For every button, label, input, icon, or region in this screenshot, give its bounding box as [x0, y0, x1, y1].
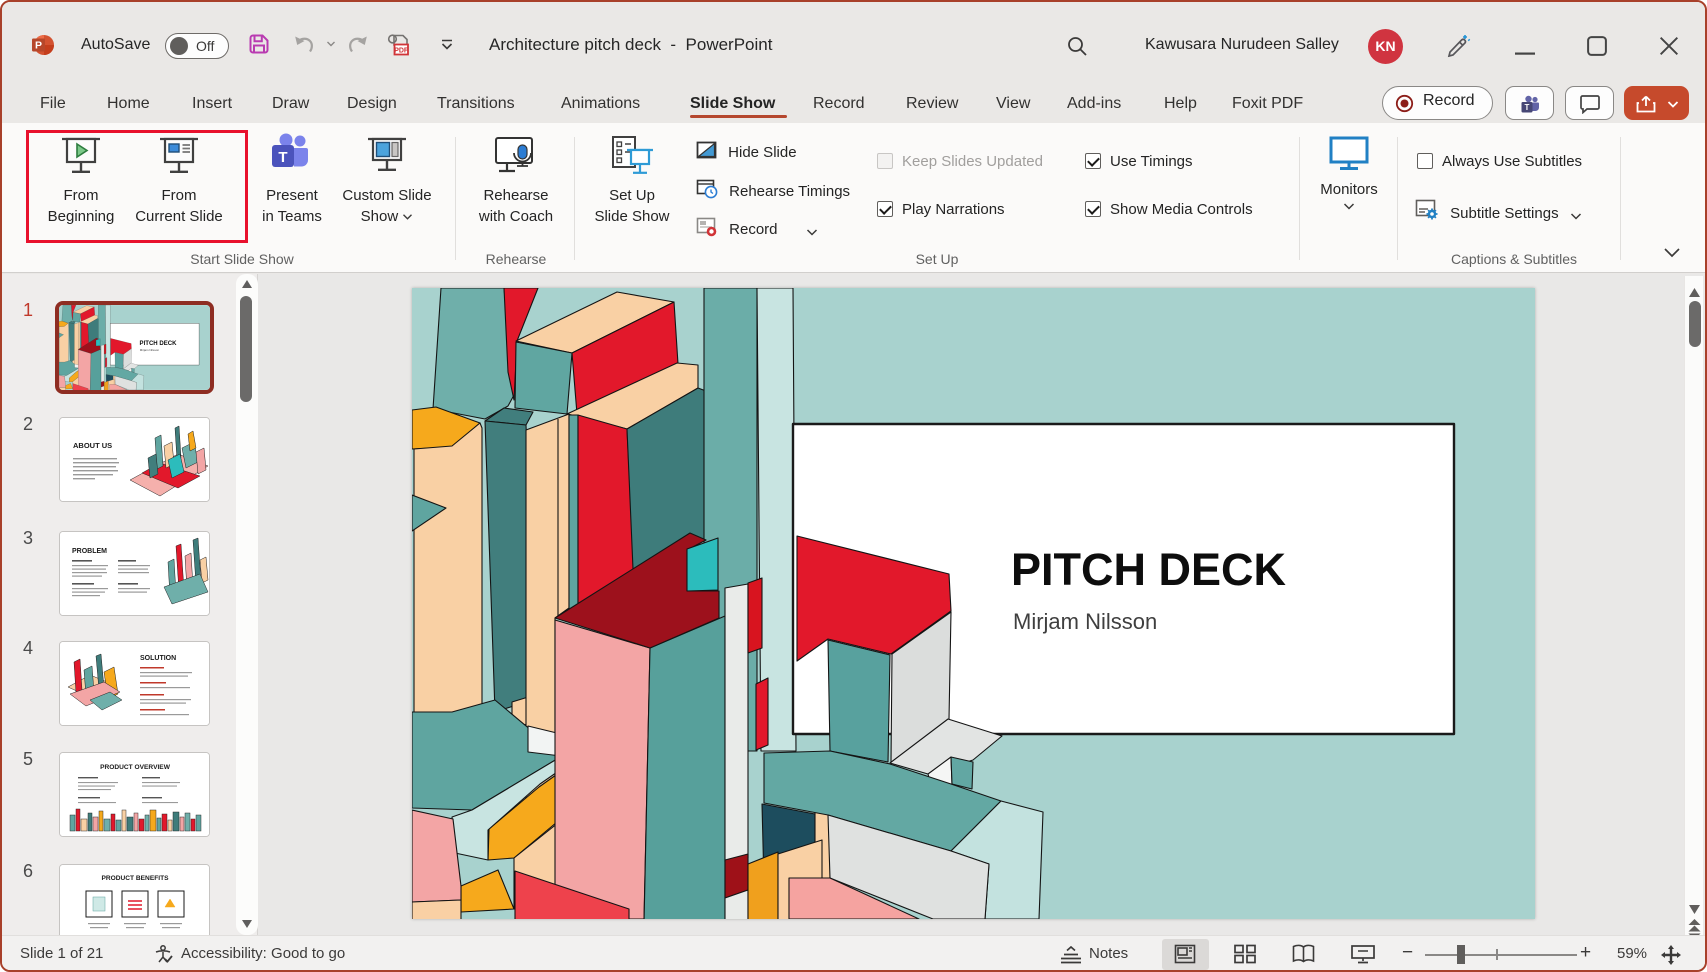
svg-text:PRODUCT OVERVIEW: PRODUCT OVERVIEW: [100, 764, 171, 771]
svg-text:ABOUT US: ABOUT US: [73, 441, 112, 450]
svg-text:PDF: PDF: [394, 48, 409, 55]
svg-text:PROBLEM: PROBLEM: [72, 548, 107, 555]
svg-text:T: T: [278, 149, 287, 166]
svg-text:P: P: [35, 40, 42, 52]
svg-text:SOLUTION: SOLUTION: [140, 655, 176, 662]
svg-text:T: T: [1525, 103, 1530, 112]
svg-text:PRODUCT BENEFITS: PRODUCT BENEFITS: [101, 875, 169, 882]
